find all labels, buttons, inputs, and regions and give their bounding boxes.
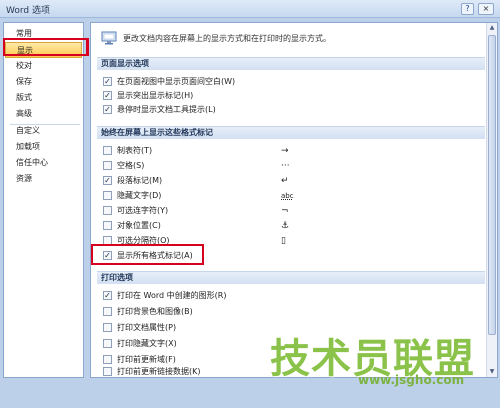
- sidebar-item-addins[interactable]: 加载项: [5, 139, 82, 155]
- scroll-thumb[interactable]: [488, 35, 496, 335]
- option-paragraph-marks[interactable]: ✓ 段落标记(M): [103, 175, 162, 187]
- site-watermark: 技术员联盟 www.jsgho.com: [270, 326, 490, 396]
- section-print: 打印选项: [97, 271, 485, 284]
- vertical-scrollbar[interactable]: ▲ ▼: [486, 23, 497, 377]
- option-object-anchors[interactable]: 对象位置(C): [103, 220, 161, 232]
- option-spaces[interactable]: 空格(S): [103, 160, 144, 172]
- option-print-drawings[interactable]: ✓ 打印在 Word 中创建的图形(R): [103, 290, 226, 302]
- option-show-whitespace[interactable]: ✓ 在页面视图中显示页面间空白(W): [103, 76, 235, 88]
- option-show-highlighter[interactable]: ✓ 显示突出显示标记(H): [103, 90, 193, 102]
- option-update-links[interactable]: 打印前更新链接数据(K): [103, 366, 201, 378]
- section-format-marks: 始终在屏幕上显示这些格式标记: [97, 126, 485, 139]
- option-update-fields[interactable]: 打印前更新域(F): [103, 354, 176, 366]
- highlight-box-display: [3, 38, 89, 56]
- scroll-up-arrow-icon[interactable]: ▲: [487, 23, 497, 33]
- help-button[interactable]: ?: [461, 3, 474, 15]
- option-tab-characters[interactable]: 制表符(T): [103, 145, 152, 157]
- optional-break-mark-icon: ▯: [281, 236, 286, 246]
- sidebar-item-save[interactable]: 保存: [5, 74, 82, 90]
- paragraph-mark-icon: ↵: [281, 176, 289, 186]
- sidebar-item-advanced[interactable]: 高级: [5, 106, 82, 122]
- watermark-url: www.jsgho.com: [358, 373, 465, 387]
- section-page-display: 页面显示选项: [97, 57, 485, 70]
- checkbox-checked-icon[interactable]: ✓: [103, 90, 112, 100]
- title-bar: Word 选项 ? ×: [0, 0, 500, 18]
- close-button[interactable]: ×: [478, 3, 494, 15]
- space-mark-icon: ···: [281, 161, 290, 171]
- tab-mark-icon: →: [281, 146, 289, 156]
- checkbox-unchecked-icon[interactable]: [103, 366, 112, 376]
- checkbox-checked-icon[interactable]: ✓: [103, 104, 112, 114]
- hidden-text-mark-icon: abc: [281, 192, 294, 200]
- checkbox-unchecked-icon[interactable]: [103, 205, 112, 215]
- checkbox-unchecked-icon[interactable]: [103, 160, 112, 170]
- checkbox-unchecked-icon[interactable]: [103, 306, 112, 316]
- display-monitor-icon: [101, 31, 117, 45]
- option-show-tooltips[interactable]: ✓ 悬停时显示文档工具提示(L): [103, 104, 216, 116]
- checkbox-unchecked-icon[interactable]: [103, 354, 112, 364]
- window-title: Word 选项: [6, 6, 50, 16]
- checkbox-unchecked-icon[interactable]: [103, 220, 112, 230]
- sidebar-item-resources[interactable]: 资源: [5, 171, 82, 187]
- sidebar-item-proofing[interactable]: 校对: [5, 58, 82, 74]
- checkbox-unchecked-icon[interactable]: [103, 190, 112, 200]
- highlight-box-show-all: [91, 244, 204, 265]
- options-sidebar: 常用 显示 校对 保存 版式 高级 自定义 加载项 信任中心 资源: [3, 22, 84, 378]
- anchor-mark-icon: ⚓: [281, 221, 290, 231]
- option-optional-hyphens[interactable]: 可选连字符(Y): [103, 205, 168, 217]
- sidebar-item-trust-center[interactable]: 信任中心: [5, 155, 82, 171]
- checkbox-unchecked-icon[interactable]: [103, 322, 112, 332]
- option-print-hidden-text[interactable]: 打印隐藏文字(X): [103, 338, 177, 350]
- panel-description: 更改文档内容在屏幕上的显示方式和在打印时的显示方式。: [123, 34, 331, 43]
- checkbox-unchecked-icon[interactable]: [103, 145, 112, 155]
- sidebar-item-customize[interactable]: 自定义: [5, 123, 82, 139]
- option-print-background[interactable]: 打印背景色和图像(B): [103, 306, 193, 318]
- display-options-panel: 更改文档内容在屏幕上的显示方式和在打印时的显示方式。 页面显示选项 ✓ 在页面视图…: [90, 22, 498, 378]
- option-print-properties[interactable]: 打印文档属性(P): [103, 322, 176, 334]
- sidebar-item-layout[interactable]: 版式: [5, 90, 82, 106]
- option-hidden-text[interactable]: 隐藏文字(D): [103, 190, 161, 202]
- checkbox-unchecked-icon[interactable]: [103, 338, 112, 348]
- checkbox-checked-icon[interactable]: ✓: [103, 76, 112, 86]
- hyphen-mark-icon: ¬: [281, 206, 289, 216]
- checkbox-checked-icon[interactable]: ✓: [103, 290, 112, 300]
- checkbox-checked-icon[interactable]: ✓: [103, 175, 112, 185]
